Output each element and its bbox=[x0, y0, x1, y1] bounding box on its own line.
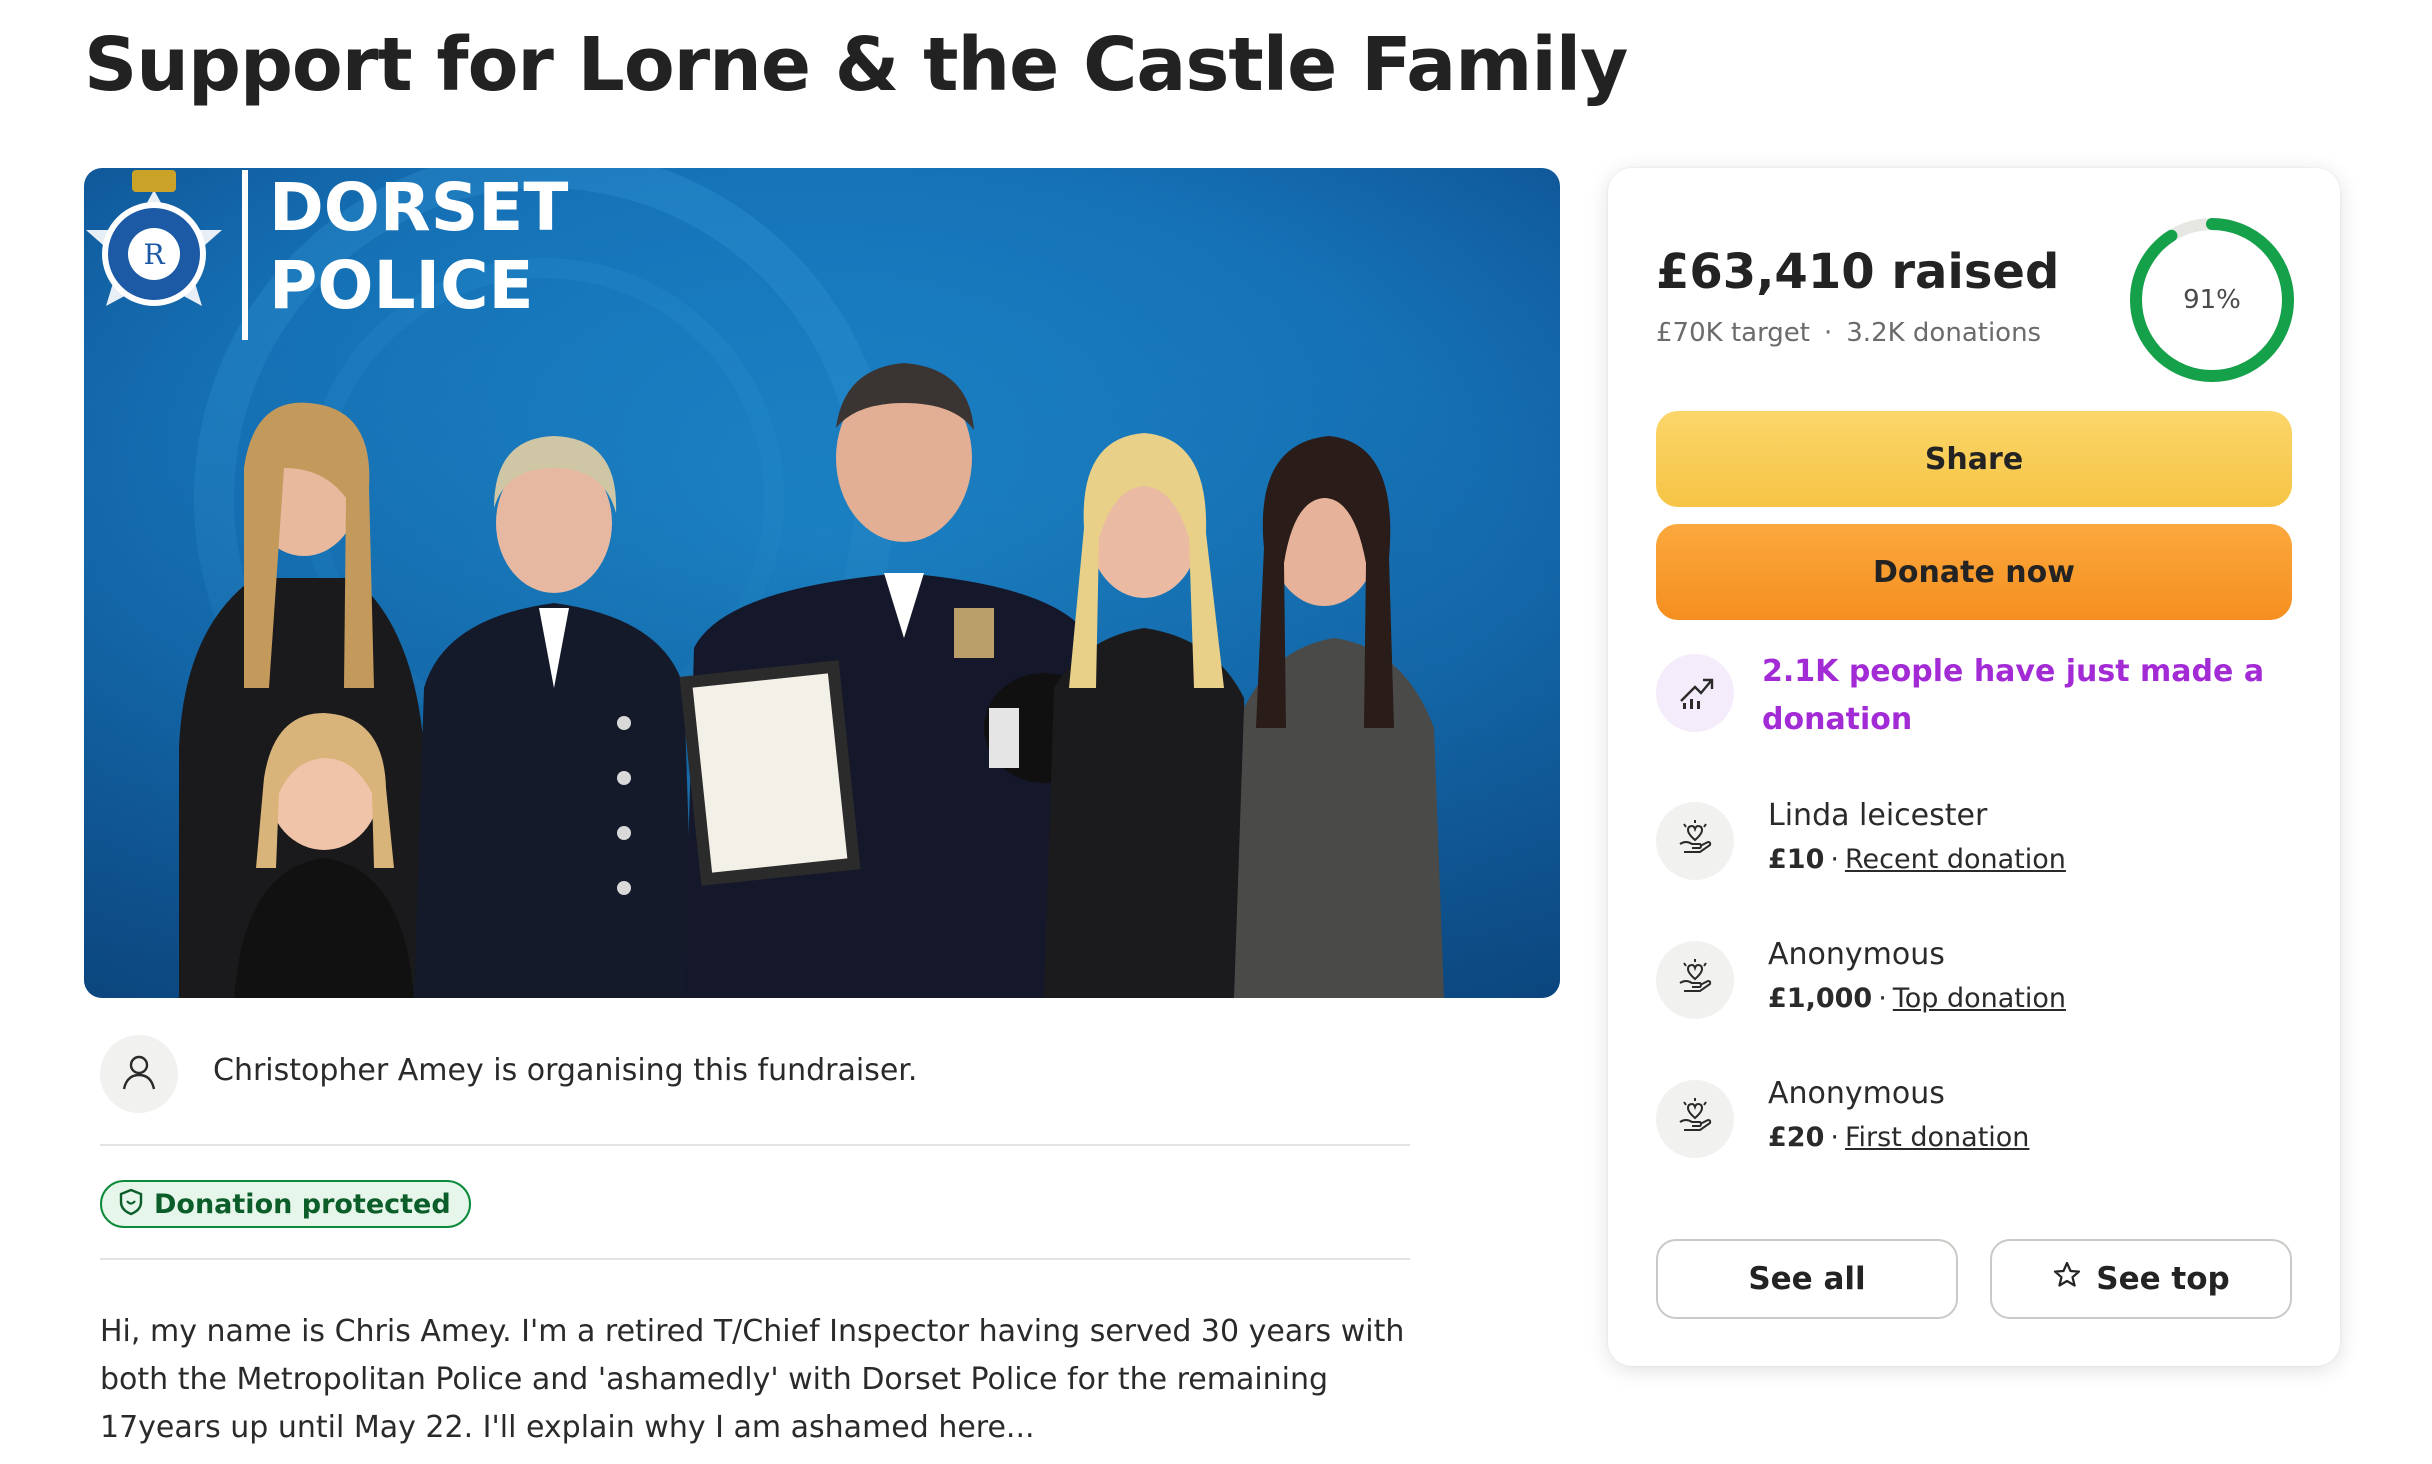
heart-hand-icon bbox=[1674, 957, 1716, 1003]
organiser-avatar[interactable] bbox=[100, 1035, 178, 1113]
donor-name: Linda leicester bbox=[1768, 798, 1988, 833]
svg-text:R: R bbox=[143, 238, 165, 271]
donor-icon-circle bbox=[1656, 802, 1734, 880]
divider bbox=[100, 1144, 1410, 1146]
story-text: Hi, my name is Chris Amey. I'm a retired… bbox=[100, 1314, 1405, 1445]
organiser-row: Christopher Amey is organising this fund… bbox=[100, 1035, 1410, 1145]
donation-protected-badge[interactable]: Donation protected bbox=[100, 1180, 471, 1228]
heart-hand-icon bbox=[1674, 1096, 1716, 1142]
recent-activity-banner: 2.1K people have just made a donation bbox=[1656, 648, 2296, 758]
donation-separator: · bbox=[1878, 983, 1887, 1014]
donate-now-button[interactable]: Donate now bbox=[1656, 524, 2292, 620]
trending-up-icon bbox=[1675, 671, 1715, 715]
donation-tag-link[interactable]: Recent donation bbox=[1845, 844, 2066, 875]
donation-tag-link[interactable]: First donation bbox=[1845, 1122, 2029, 1153]
donation-amount: £1,000 bbox=[1768, 983, 1873, 1014]
see-top-label: See top bbox=[2096, 1261, 2230, 1297]
campaign-photo[interactable]: R DORSET POLICE bbox=[84, 168, 1560, 998]
donor-name: Anonymous bbox=[1768, 1076, 1945, 1111]
organiser-text: Christopher Amey is organising this fund… bbox=[213, 1053, 918, 1088]
target-and-donations: £70K target · 3.2K donations bbox=[1656, 318, 2041, 348]
see-all-label: See all bbox=[1748, 1261, 1866, 1297]
see-top-button[interactable]: See top bbox=[1990, 1239, 2292, 1319]
meta-separator: · bbox=[1824, 318, 1833, 348]
donation-item[interactable]: Anonymous £20 · First donation bbox=[1656, 1076, 2296, 1176]
donation-separator: · bbox=[1830, 844, 1839, 875]
donation-amount: £20 bbox=[1768, 1122, 1825, 1153]
donation-tag-link[interactable]: Top donation bbox=[1893, 983, 2066, 1014]
progress-percent: 91% bbox=[2183, 285, 2241, 315]
donor-name: Anonymous bbox=[1768, 937, 1945, 972]
amount-raised: £63,410 raised bbox=[1656, 244, 2060, 300]
donation-card: £63,410 raised £70K target · 3.2K donation… bbox=[1608, 168, 2340, 1366]
donation-separator: · bbox=[1830, 1122, 1839, 1153]
person-icon bbox=[119, 1052, 159, 1096]
donation-item[interactable]: Anonymous £1,000 · Top donation bbox=[1656, 937, 2296, 1037]
donation-count: 3.2K donations bbox=[1846, 318, 2042, 348]
banner-text-police: POLICE bbox=[269, 247, 534, 324]
share-button[interactable]: Share bbox=[1656, 411, 2292, 507]
donation-protected-label: Donation protected bbox=[154, 1188, 451, 1220]
donor-icon-circle bbox=[1656, 941, 1734, 1019]
donation-details: £10 · Recent donation bbox=[1768, 844, 2066, 875]
see-all-button[interactable]: See all bbox=[1656, 1239, 1958, 1319]
recent-activity-text: 2.1K people have just made a donation bbox=[1762, 654, 2265, 737]
donor-icon-circle bbox=[1656, 1080, 1734, 1158]
heart-hand-icon bbox=[1674, 818, 1716, 864]
page-title: Support for Lorne & the Castle Family bbox=[84, 22, 1628, 108]
star-icon bbox=[2052, 1260, 2082, 1298]
banner-text-dorset: DORSET bbox=[269, 169, 568, 246]
donation-item[interactable]: Linda leicester £10 · Recent donation bbox=[1656, 798, 2296, 898]
divider bbox=[100, 1258, 1410, 1260]
shield-icon bbox=[118, 1188, 144, 1220]
donation-details: £1,000 · Top donation bbox=[1768, 983, 2066, 1014]
target-text: £70K target bbox=[1656, 318, 1810, 348]
donation-amount: £10 bbox=[1768, 844, 1825, 875]
donation-details: £20 · First donation bbox=[1768, 1122, 2029, 1153]
trend-icon-circle bbox=[1656, 654, 1734, 732]
